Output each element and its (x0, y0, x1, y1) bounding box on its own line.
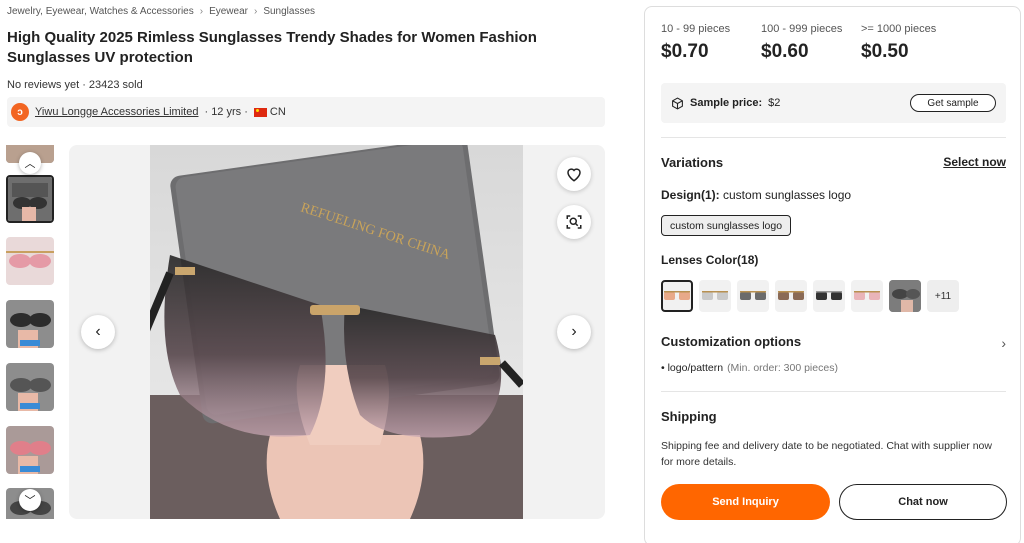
price-tier-price: $0.60 (761, 41, 809, 62)
customization-item-label: logo/pattern (667, 362, 724, 374)
purchase-panel: 10 - 99 pieces $0.70 100 - 999 pieces $0… (644, 6, 1021, 543)
design-label: Design(1): custom sunglasses logo (661, 188, 851, 202)
heart-icon (567, 168, 581, 182)
customization-min-order: (Min. order: 300 pieces) (727, 362, 838, 374)
lens-swatch[interactable] (737, 280, 769, 312)
lens-swatch[interactable] (889, 280, 921, 312)
lens-color-swatches: +11 (661, 280, 959, 312)
thumbnail[interactable] (6, 237, 54, 285)
reviews-sold: No reviews yet · 23423 sold (7, 79, 143, 91)
price-tier-range: 100 - 999 pieces (761, 23, 843, 35)
supplier-logo: ↄ (11, 103, 29, 121)
sunglasses-icon (740, 291, 766, 300)
get-sample-button[interactable]: Get sample (910, 94, 996, 112)
shipping-text: Shipping fee and delivery date to be neg… (661, 440, 992, 468)
thumbnail-strip: ︿ ﹀ (6, 145, 54, 519)
price-tiers: 10 - 99 pieces $0.70 100 - 999 pieces $0… (661, 23, 943, 63)
breadcrumb-link-eyewear[interactable]: Eyewear (209, 6, 248, 17)
chat-now-button[interactable]: Chat now (839, 484, 1007, 520)
product-title: High Quality 2025 Rimless Sunglasses Tre… (7, 29, 537, 66)
variations-title: Variations (661, 155, 724, 170)
price-tier-range: 10 - 99 pieces (661, 23, 731, 35)
send-inquiry-button[interactable]: Send Inquiry (661, 484, 830, 520)
shipping-title: Shipping (661, 409, 717, 424)
china-flag-icon (253, 107, 267, 117)
thumbnail[interactable] (6, 300, 54, 348)
divider (661, 391, 1006, 392)
sample-price-value: $2 (768, 97, 781, 109)
breadcrumb-link-sunglasses[interactable]: Sunglasses (263, 6, 315, 17)
lens-swatch[interactable] (775, 280, 807, 312)
sample-price-box: Sample price: $2 Get sample (661, 83, 1006, 123)
lens-swatch[interactable] (813, 280, 845, 312)
sunglasses-icon (664, 291, 690, 300)
chevron-left-icon: ‹ (95, 323, 101, 340)
supplier-years: · 12 yrs · (204, 106, 248, 118)
sample-price-label: Sample price: (690, 97, 763, 109)
sunglasses-icon (854, 291, 880, 300)
supplier-country-code: CN (269, 106, 286, 118)
sunglasses-icon (816, 291, 842, 300)
thumbnail-scroll-up-button[interactable]: ︿ (19, 152, 41, 174)
image-search-button[interactable] (557, 205, 591, 239)
supplier-country: CN (253, 106, 286, 118)
supplier-bar: ↄ Yiwu Longge Accessories Limited · 12 y… (7, 97, 605, 127)
select-now-link[interactable]: Select now (943, 155, 1006, 169)
price-tier: 100 - 999 pieces $0.60 (761, 23, 843, 63)
main-product-image: REFUELING FOR CHINA ‹ › (69, 145, 605, 519)
breadcrumb: Jewelry, Eyewear, Watches & Accessories … (7, 6, 315, 17)
price-tier-price: $0.50 (861, 41, 909, 62)
sunglasses-icon (702, 291, 728, 300)
product-photo: REFUELING FOR CHINA (150, 145, 523, 519)
more-swatches-button[interactable]: +11 (927, 280, 959, 312)
thumbnail-active[interactable] (6, 175, 54, 223)
price-tier: 10 - 99 pieces $0.70 (661, 23, 743, 63)
thumbnail[interactable] (6, 363, 54, 411)
customization-title: Customization options (661, 334, 802, 349)
chevron-right-icon[interactable]: › (1001, 335, 1006, 351)
price-tier-price: $0.70 (661, 41, 709, 62)
divider (661, 137, 1006, 138)
lens-swatch[interactable] (851, 280, 883, 312)
price-tier-range: >= 1000 pieces (861, 23, 937, 35)
scan-search-icon (566, 215, 582, 229)
supplier-name-link[interactable]: Yiwu Longge Accessories Limited (35, 106, 198, 118)
design-label-value: custom sunglasses logo (719, 188, 852, 202)
customization-item: • logo/pattern (Min. order: 300 pieces) (661, 362, 838, 374)
chevron-right-icon: › (199, 6, 204, 17)
lens-swatch-active[interactable] (661, 280, 693, 312)
favorite-button[interactable] (557, 157, 591, 191)
breadcrumb-link-category[interactable]: Jewelry, Eyewear, Watches & Accessories (7, 6, 194, 17)
chevron-up-icon: ︿ (24, 158, 36, 170)
box-icon (672, 96, 683, 110)
thumbnail-scroll-down-button[interactable]: ﹀ (19, 489, 41, 511)
thumbnail[interactable] (6, 426, 54, 474)
lens-swatch[interactable] (699, 280, 731, 312)
chevron-right-icon: › (253, 6, 258, 17)
design-label-key: Design(1): (661, 188, 720, 202)
lens-color-label: Lenses Color(18) (661, 253, 759, 267)
chevron-right-icon: › (571, 323, 577, 340)
chevron-down-icon: ﹀ (24, 495, 36, 507)
previous-image-button[interactable]: ‹ (81, 315, 115, 349)
sunglasses-icon (778, 291, 804, 300)
sunglasses-photo-icon (889, 280, 921, 312)
price-tier: >= 1000 pieces $0.50 (861, 23, 943, 63)
design-option-chip[interactable]: custom sunglasses logo (661, 215, 792, 236)
next-image-button[interactable]: › (557, 315, 591, 349)
